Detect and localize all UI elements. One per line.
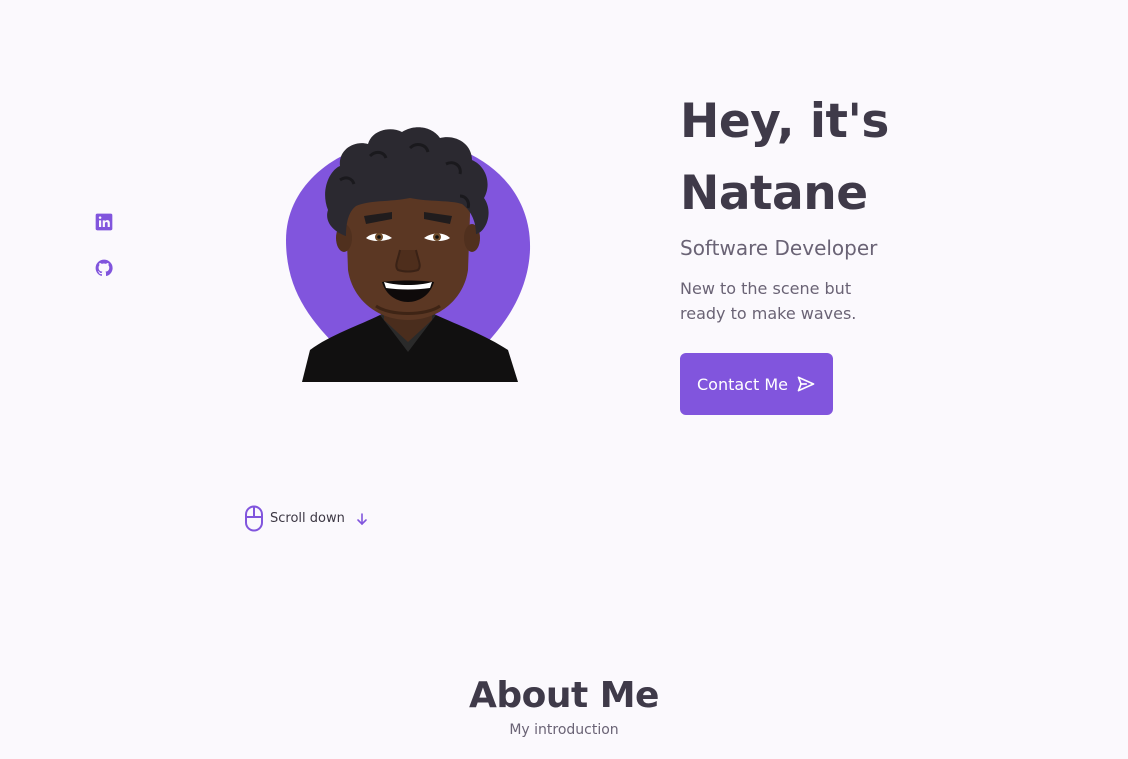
hero-title-line1: Hey, it's xyxy=(680,94,889,149)
contact-me-button[interactable]: Contact Me xyxy=(680,353,833,415)
social-links xyxy=(94,212,114,278)
about-subtitle: My introduction xyxy=(509,722,619,738)
linkedin-icon xyxy=(95,213,113,231)
about-section-header: About Me My introduction xyxy=(0,675,1128,738)
scroll-down-label: Scroll down xyxy=(270,511,345,526)
avatar-image xyxy=(286,127,531,382)
hero-description: New to the scene but ready to make waves… xyxy=(680,279,857,323)
contact-me-label: Contact Me xyxy=(697,374,788,394)
hero-title-line2: Natane xyxy=(680,166,868,221)
scroll-down-link[interactable]: Scroll down xyxy=(244,505,369,532)
hero-subtitle: Software Developer xyxy=(680,236,878,260)
linkedin-link[interactable] xyxy=(94,212,114,232)
send-icon xyxy=(797,376,815,392)
arrow-down-icon xyxy=(351,512,369,526)
home-page: Hey, it's Natane Software Developer New … xyxy=(0,0,1128,759)
avatar-illustration xyxy=(280,120,536,382)
mouse-icon xyxy=(244,505,264,532)
github-link[interactable] xyxy=(94,258,114,278)
hero-text: Hey, it's Natane Software Developer New … xyxy=(680,86,1060,326)
about-title: About Me xyxy=(469,675,659,716)
github-icon xyxy=(95,259,113,277)
hero-title: Hey, it's Natane xyxy=(680,86,1060,230)
